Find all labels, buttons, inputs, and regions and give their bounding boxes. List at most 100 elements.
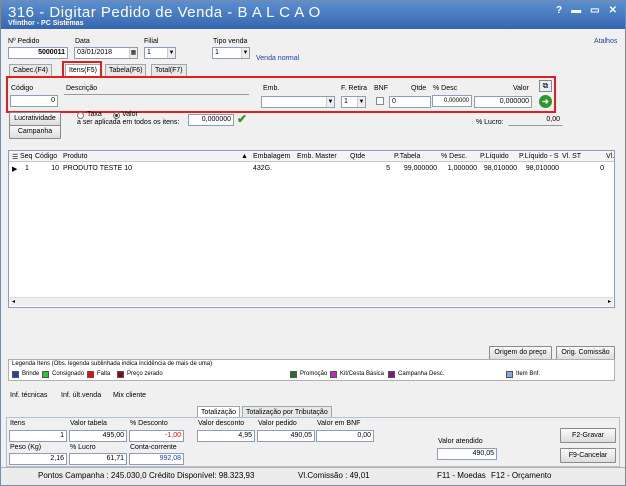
- valor-bnf-field: 0,00: [316, 430, 374, 442]
- valor-field[interactable]: 0,000000: [474, 96, 532, 108]
- cell-p-liquido-s: 98,010000: [525, 165, 559, 172]
- minimize-icon[interactable]: ▬: [571, 5, 581, 16]
- sort-up-icon: ▲: [241, 153, 248, 160]
- chevron-down-icon[interactable]: ▼: [167, 48, 175, 58]
- status-f12[interactable]: F12 - Orçamento: [491, 471, 551, 480]
- peso-label: Peso (Kg): [10, 444, 42, 451]
- legend-falta: Falta: [97, 371, 111, 377]
- valor-pedido-label: Valor pedido: [258, 420, 297, 427]
- tab-tabela[interactable]: Tabela(F6): [105, 64, 147, 76]
- close-icon[interactable]: ✕: [609, 5, 617, 16]
- cell-desc: 1,000000: [447, 165, 477, 172]
- scroll-right-icon[interactable]: ▸: [608, 298, 611, 305]
- legend-swatch-brinde: [12, 371, 19, 378]
- totals-panel: Itens 1 Valor tabela 495,00 % Desconto -…: [6, 417, 620, 467]
- col-embalagem[interactable]: Embalagem: [253, 153, 290, 160]
- items-grid[interactable]: ☰ Seq Código Produto ▲ Embalagem Emb. Ma…: [8, 150, 615, 308]
- tab-total[interactable]: Total(F7): [151, 64, 187, 76]
- lucro-field: 0,00: [508, 114, 563, 126]
- conta-corrente-field: 992,08: [129, 453, 184, 465]
- valor-label: Valor: [513, 85, 529, 92]
- col-codigo[interactable]: Código: [35, 153, 57, 160]
- table-row[interactable]: ▶ 1 10 PRODUTO TESTE 10 432G. 5 99,00000…: [9, 163, 614, 174]
- f2-gravar-button[interactable]: F2-Gravar: [560, 428, 616, 443]
- orig-comissao-button[interactable]: Orig. Comissão: [556, 346, 615, 360]
- atalhos-link[interactable]: Atalhos: [594, 38, 617, 45]
- lucratividade-button[interactable]: Lucratividade: [9, 112, 61, 126]
- tipo-venda-select[interactable]: 1 ▼: [212, 47, 250, 59]
- origem-preco-button[interactable]: Origem do preço: [489, 346, 552, 360]
- bnf-label: BNF: [374, 85, 388, 92]
- valor-bnf-label: Valor em BNF: [317, 420, 361, 427]
- cell-qtde: 5: [386, 165, 390, 172]
- campanha-button[interactable]: Campanha: [9, 125, 61, 139]
- bnf-checkbox[interactable]: [376, 97, 384, 105]
- status-pontos: Pontos Campanha : 245.030,0: [38, 471, 147, 480]
- fretira-select[interactable]: 1 ▼: [341, 96, 366, 108]
- status-f11[interactable]: F11 - Moedas: [437, 471, 486, 480]
- calendar-icon[interactable]: ▦: [129, 48, 137, 58]
- chevron-down-icon[interactable]: ▼: [241, 48, 249, 58]
- horizontal-scrollbar[interactable]: ◂ ▸: [10, 297, 613, 306]
- f9-cancelar-button[interactable]: F9-Cancelar: [560, 448, 616, 463]
- help-icon[interactable]: ?: [556, 5, 562, 16]
- tab-inf-ult-venda[interactable]: Inf. últ.venda: [61, 392, 101, 399]
- col-p-liquido-s[interactable]: P.Líquido - S: [519, 153, 559, 160]
- taxa-radio[interactable]: [77, 112, 84, 119]
- itens-field: 1: [9, 430, 67, 442]
- tab-inf-tecnicas[interactable]: Inf. técnicas: [10, 392, 47, 399]
- chevron-down-icon[interactable]: ▼: [326, 97, 334, 107]
- valor-atendido-label: Valor atendido: [438, 438, 483, 445]
- legend-title: Legenda Itens (Obs. legenda sublinhada i…: [12, 361, 213, 367]
- cell-seq: 1: [25, 165, 29, 172]
- scroll-left-icon[interactable]: ◂: [12, 298, 15, 305]
- restore-icon[interactable]: ▭: [590, 5, 599, 16]
- codigo-field[interactable]: 0: [10, 95, 58, 107]
- chevron-down-icon[interactable]: ▼: [357, 97, 365, 107]
- copy-icon[interactable]: ⧉: [539, 80, 552, 92]
- col-p-liquido[interactable]: P.Líquido: [480, 153, 509, 160]
- col-p-tabela[interactable]: P.Tabela: [394, 153, 420, 160]
- col-vl[interactable]: Vl.: [606, 153, 614, 160]
- col-emb-master[interactable]: Emb. Master: [297, 153, 337, 160]
- legend-swatch-falta: [87, 371, 94, 378]
- col-vl-st[interactable]: Vl. ST: [562, 153, 581, 160]
- col-seq[interactable]: Seq: [20, 153, 32, 160]
- data-field[interactable]: 03/01/2018 ▦: [74, 47, 138, 59]
- col-qtde[interactable]: Qtde: [350, 153, 365, 160]
- pedido-field[interactable]: 5000011: [8, 47, 68, 59]
- title-bar: 316 - Digitar Pedido de Venda - B A L C …: [1, 1, 625, 29]
- desc-field[interactable]: 0,000000: [432, 95, 472, 107]
- tab-mix-cliente[interactable]: Mix cliente: [113, 392, 146, 399]
- col-produto[interactable]: Produto: [63, 153, 88, 160]
- qtde-label: Qtde: [411, 85, 427, 92]
- legend-panel: Legenda Itens (Obs. legenda sublinhada i…: [8, 359, 615, 381]
- cell-vl-st: 0: [600, 165, 604, 172]
- valor-tabela-field: 495,00: [69, 430, 127, 442]
- status-comissao: Vl.Comissão : 49,01: [298, 471, 370, 480]
- legend-swatch-kit-cesta: [330, 371, 337, 378]
- legend-promocao: Promoção: [300, 371, 328, 377]
- window-title: 316 - Digitar Pedido de Venda - B A L C …: [8, 4, 321, 21]
- valor-atendido-field: 490,05: [437, 448, 497, 460]
- aplicar-label: a ser aplicada em todos os itens:: [77, 119, 180, 126]
- legend-campanha-desc: Campanha Desc.: [398, 371, 445, 377]
- aplicar-field[interactable]: 0,000000: [188, 114, 234, 126]
- confirm-arrow-icon[interactable]: ➜: [539, 95, 552, 108]
- qtde-field[interactable]: 0: [389, 96, 431, 108]
- valor-radio[interactable]: [113, 112, 120, 119]
- legend-consignado: Consignado: [52, 371, 85, 377]
- col-desc[interactable]: % Desc.: [441, 153, 467, 160]
- checkmark-icon[interactable]: ✔: [237, 112, 247, 126]
- emb-label: Emb.: [263, 85, 280, 92]
- emb-select[interactable]: ▼: [261, 96, 335, 108]
- tab-cabec[interactable]: Cabec.(F4): [9, 64, 53, 76]
- codigo-label: Código: [11, 85, 34, 92]
- pct-lucro-label: % Lucro: [70, 444, 96, 451]
- itens-label: Itens: [10, 420, 26, 427]
- grid-menu-icon[interactable]: ☰: [12, 153, 18, 161]
- pedido-label: Nº Pedido: [8, 38, 40, 45]
- descricao-field[interactable]: [64, 95, 249, 107]
- filial-select[interactable]: 1 ▼: [144, 47, 176, 59]
- peso-field: 2,16: [9, 453, 67, 465]
